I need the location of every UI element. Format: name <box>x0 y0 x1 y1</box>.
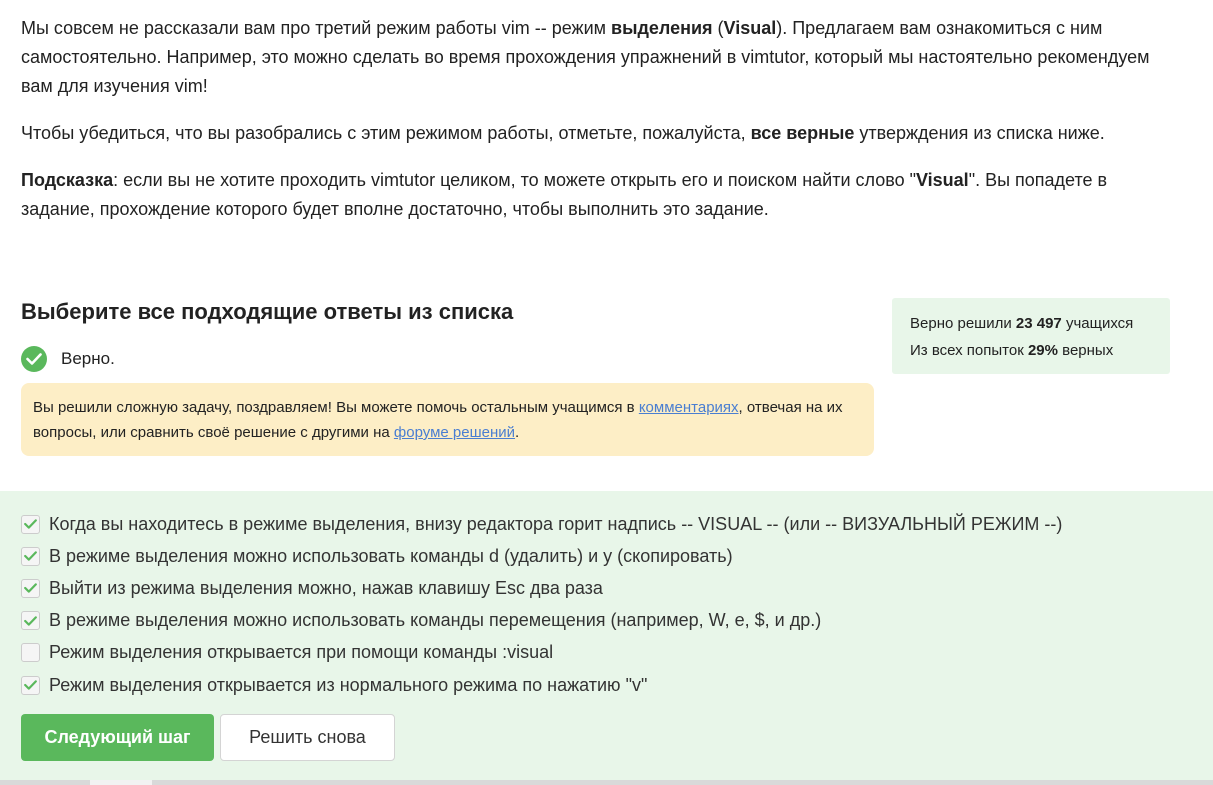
checkmark-icon <box>24 583 37 594</box>
answer-option-label: Режим выделения открывается из нормально… <box>49 674 648 695</box>
theory-text: утверждения из списка ниже. <box>854 123 1105 143</box>
question-title: Выберите все подходящие ответы из списка <box>21 299 514 324</box>
theory-text: Чтобы убедиться, что вы разобрались с эт… <box>21 123 751 143</box>
action-buttons: Следующий шаг Решить снова <box>21 714 395 761</box>
checkbox-checked[interactable] <box>21 578 40 598</box>
answers-panel: Когда вы находитесь в режиме выделения, … <box>0 491 1213 785</box>
answer-option-label: Режим выделения открывается при помощи к… <box>49 642 554 663</box>
theory-paragraph-3: Подсказка: если вы не хотите проходить v… <box>21 166 1171 224</box>
success-hint: Вы решили сложную задачу, поздравляем! В… <box>21 383 874 456</box>
stats-attempts-percent: 29% <box>1027 342 1058 359</box>
answer-option[interactable]: В режиме выделения можно использовать ко… <box>21 540 1213 572</box>
stats-attempts: Из всех попыток 29% верных <box>910 337 1152 364</box>
options-list: Когда вы находитесь в режиме выделения, … <box>0 491 1213 701</box>
checkbox-checked[interactable] <box>21 675 40 695</box>
checkmark-icon <box>24 519 37 529</box>
verdict: Верно. <box>21 346 115 372</box>
hint-text: . <box>515 424 520 441</box>
theory-text: Мы совсем не рассказали вам про третий р… <box>21 18 612 38</box>
checkbox-checked[interactable] <box>21 611 40 631</box>
theory-paragraph-1: Мы совсем не рассказали вам про третий р… <box>21 14 1171 101</box>
answer-option-label: В режиме выделения можно использовать ко… <box>49 610 822 631</box>
answer-option[interactable]: Выйти из режима выделения можно, нажав к… <box>21 572 1213 604</box>
scrollbar-thumb[interactable] <box>90 780 152 785</box>
stats-text: учащихся <box>1061 315 1134 332</box>
theory-bold-text: выделения <box>611 18 713 38</box>
answer-option[interactable]: Режим выделения открывается из нормально… <box>21 669 1213 701</box>
answer-option-label: Выйти из режима выделения можно, нажав к… <box>49 577 603 598</box>
theory-text: ( <box>712 18 724 38</box>
checkmark-icon <box>24 551 37 561</box>
answer-option[interactable]: Когда вы находитесь в режиме выделения, … <box>21 508 1213 540</box>
theory-bold-text: Visual <box>915 170 969 190</box>
answer-option[interactable]: Режим выделения открывается при помощи к… <box>21 637 1213 669</box>
check-circle-icon <box>21 346 47 372</box>
next-step-button[interactable]: Следующий шаг <box>21 714 214 761</box>
checkmark-icon <box>24 680 37 690</box>
verdict-label: Верно. <box>61 349 115 368</box>
stats-text: Из всех попыток <box>910 342 1028 359</box>
bottom-scrollbar[interactable] <box>0 780 1213 785</box>
comments-link[interactable]: комментариях <box>639 399 739 416</box>
theory-bold-text: Подсказка <box>21 170 114 190</box>
checkmark-icon <box>24 615 37 626</box>
theory-bold-text: все верные <box>750 123 855 143</box>
theory-text: : если вы не хотите проходить vimtutor ц… <box>113 170 916 190</box>
answer-option-label: В режиме выделения можно использовать ко… <box>49 545 733 566</box>
stats-text: Верно решили <box>910 315 1016 332</box>
step-theory-text: Мы совсем не рассказали вам про третий р… <box>21 14 1171 242</box>
theory-paragraph-2: Чтобы убедиться, что вы разобрались с эт… <box>21 119 1171 148</box>
stats-solved: Верно решили 23 497 учащихся <box>910 310 1152 337</box>
retry-button[interactable]: Решить снова <box>220 714 395 761</box>
checkbox-checked[interactable] <box>21 546 40 566</box>
checkbox-checked[interactable] <box>21 514 40 534</box>
solutions-forum-link[interactable]: форуме решений <box>394 424 515 441</box>
answer-option-label: Когда вы находитесь в режиме выделения, … <box>49 513 1063 534</box>
stats-panel: Верно решили 23 497 учащихся Из всех поп… <box>892 298 1170 374</box>
answer-option[interactable]: В режиме выделения можно использовать ко… <box>21 605 1213 637</box>
stats-solved-count: 23 497 <box>1015 315 1062 332</box>
hint-text: Вы решили сложную задачу, поздравляем! В… <box>33 399 639 416</box>
stats-text: верных <box>1057 342 1114 359</box>
checkbox-unchecked[interactable] <box>21 643 40 663</box>
theory-bold-text: Visual <box>723 18 777 38</box>
